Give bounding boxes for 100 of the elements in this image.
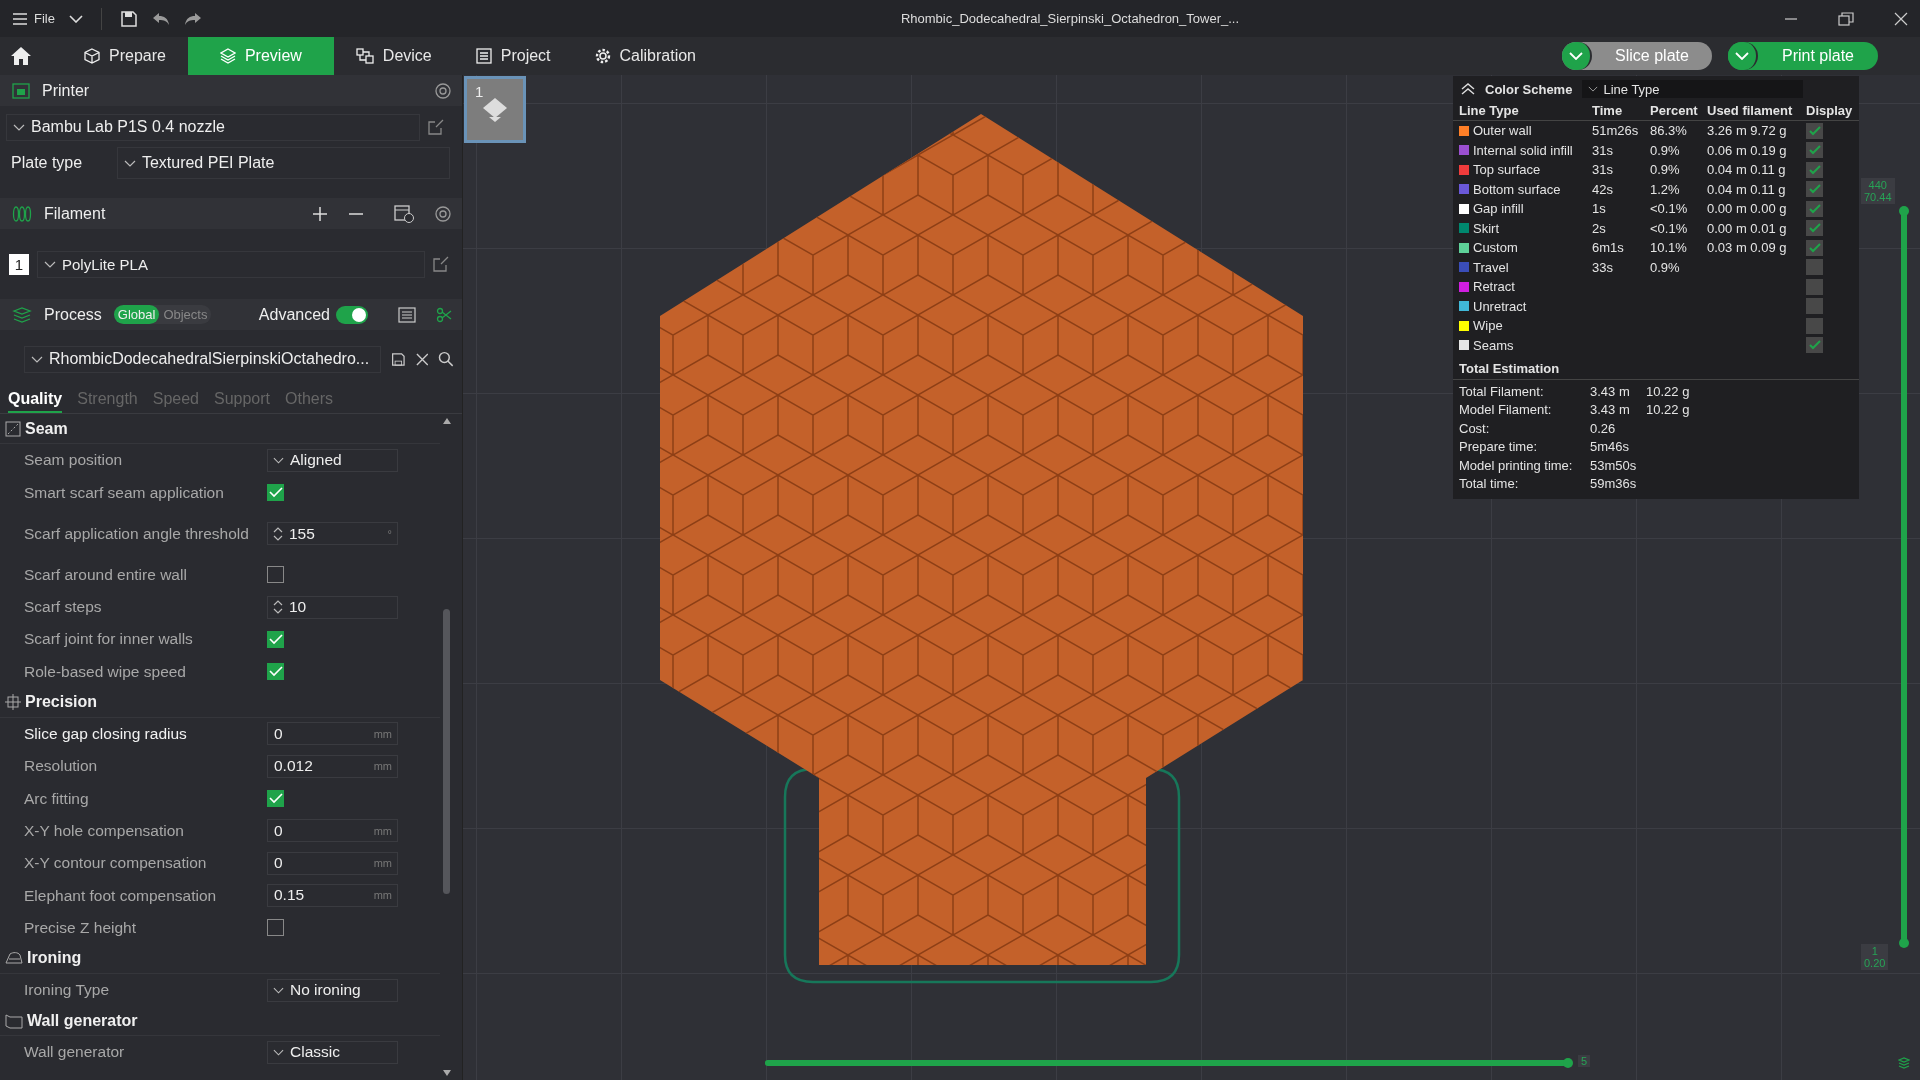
- time-cell: 6m1s: [1592, 240, 1624, 256]
- percent-cell: 86.3%: [1650, 123, 1687, 139]
- printer-dropdown[interactable]: Bambu Lab P1S 0.4 nozzle: [6, 113, 420, 141]
- display-checkbox[interactable]: [1806, 317, 1823, 334]
- sync-icon[interactable]: [394, 204, 414, 223]
- scroll-up-icon[interactable]: [443, 418, 451, 424]
- setting-label: Elephant foot compensation: [24, 886, 218, 905]
- filament-dropdown[interactable]: PolyLite PLA: [37, 250, 425, 278]
- line-type-name: Outer wall: [1473, 123, 1532, 139]
- setting-label: X-Y contour compensation: [24, 854, 208, 872]
- undo-icon[interactable]: [151, 11, 170, 26]
- cube-icon: [84, 48, 100, 64]
- display-checkbox[interactable]: [1806, 220, 1823, 237]
- save-icon[interactable]: [119, 9, 138, 28]
- group-title: Ironing: [27, 949, 82, 968]
- check-icon: [268, 633, 283, 645]
- search-icon[interactable]: [438, 351, 454, 367]
- filament-cell: 0.04 m 0.11 g: [1707, 181, 1786, 197]
- display-checkbox[interactable]: [1806, 239, 1823, 256]
- checkbox[interactable]: [267, 663, 284, 681]
- number-field[interactable]: 0.012 mm: [267, 754, 398, 778]
- group-title: Wall generator: [27, 1011, 138, 1030]
- collapse-icon[interactable]: [1461, 83, 1475, 95]
- nav-tab[interactable]: Calibration: [572, 37, 718, 75]
- chevron-down-icon: [273, 456, 284, 464]
- column-header: Display: [1806, 102, 1854, 118]
- number-field[interactable]: 0 mm: [267, 819, 398, 843]
- setting-label: Resolution: [24, 757, 99, 776]
- close-icon[interactable]: [415, 352, 429, 366]
- setting-dropdown[interactable]: Aligned: [267, 448, 398, 472]
- setting-label: Ironing Type: [24, 981, 111, 999]
- settings-tab[interactable]: Quality: [8, 386, 63, 413]
- plate-type-dropdown[interactable]: Textured PEI Plate: [116, 147, 450, 179]
- file-menu[interactable]: File: [12, 11, 55, 26]
- line-type-name: Unretract: [1473, 298, 1527, 314]
- scheme-dropdown[interactable]: Line Type: [1582, 80, 1803, 98]
- add-icon[interactable]: [312, 205, 328, 222]
- number-field[interactable]: 0 mm: [267, 851, 398, 875]
- advanced-switch[interactable]: [336, 305, 368, 324]
- setting-label: Scarf application angle threshold: [24, 524, 250, 543]
- settings-icon[interactable]: [434, 81, 452, 100]
- spin-field[interactable]: 10: [267, 595, 398, 619]
- chevron-down-icon: [31, 355, 43, 363]
- chevron-down-icon[interactable]: [68, 14, 83, 23]
- setting-label: Role-based wipe speed: [24, 662, 187, 681]
- checkbox[interactable]: [267, 630, 284, 648]
- line-type-name: Seams: [1473, 337, 1514, 353]
- display-checkbox[interactable]: [1806, 337, 1823, 354]
- process-dropdown[interactable]: RhombicDodecahedralSierpinskiOctahedro...: [24, 345, 381, 373]
- display-checkbox[interactable]: [1806, 122, 1823, 139]
- setting-label: Scarf joint for inner walls: [24, 630, 194, 649]
- checkbox[interactable]: [267, 790, 284, 807]
- checkbox[interactable]: [267, 566, 284, 584]
- percent-cell: 0.9%: [1650, 259, 1680, 275]
- time-cell: 31s: [1592, 162, 1613, 178]
- line-type-name: Skirt: [1473, 220, 1499, 236]
- display-checkbox[interactable]: [1806, 298, 1823, 315]
- display-checkbox[interactable]: [1806, 161, 1823, 178]
- nav-tab[interactable]: Project: [453, 37, 573, 75]
- display-checkbox[interactable]: [1806, 142, 1823, 159]
- display-checkbox[interactable]: [1806, 200, 1823, 217]
- close-icon[interactable]: [1894, 11, 1908, 26]
- plate-thumbnail[interactable]: 1: [464, 76, 526, 143]
- total-value: 59m36s: [1590, 476, 1638, 492]
- display-checkbox[interactable]: [1806, 278, 1823, 295]
- precision-icon: [5, 694, 21, 711]
- list-icon[interactable]: [398, 306, 416, 323]
- restore-icon[interactable]: [1838, 11, 1854, 26]
- setting-label: Seam position: [24, 451, 124, 470]
- layers-icon[interactable]: [1898, 1057, 1910, 1069]
- display-checkbox[interactable]: [1806, 259, 1823, 276]
- number-field[interactable]: 0.15 mm: [267, 883, 398, 907]
- display-checkbox[interactable]: [1806, 181, 1823, 198]
- iron-icon: [5, 951, 23, 966]
- spin-arrows-icon: [273, 599, 283, 616]
- check-icon: [1808, 125, 1821, 136]
- setting-dropdown[interactable]: Classic: [267, 1040, 398, 1064]
- edit-icon[interactable]: [428, 119, 444, 135]
- setting-dropdown[interactable]: No ironing: [267, 978, 398, 1002]
- chevron-down-icon: [1735, 52, 1749, 60]
- edit-icon[interactable]: [433, 256, 449, 272]
- settings-icon[interactable]: [434, 204, 452, 223]
- checkbox[interactable]: [267, 919, 284, 937]
- home-icon[interactable]: [10, 46, 32, 66]
- scrollbar-thumb[interactable]: [443, 609, 450, 894]
- number-field[interactable]: 0 mm: [267, 722, 398, 746]
- layer-slider[interactable]: [1899, 206, 1909, 948]
- redo-icon[interactable]: [183, 11, 202, 26]
- total-value: 53m50s: [1590, 457, 1638, 473]
- setting-label: Scarf steps: [24, 598, 103, 616]
- time-cell: 1s: [1592, 201, 1606, 217]
- line-type-name: Retract: [1473, 279, 1515, 295]
- nav-tab[interactable]: Device: [333, 37, 454, 75]
- nav-tab[interactable]: Prepare: [62, 37, 188, 75]
- checkbox[interactable]: [267, 483, 284, 501]
- scroll-down-icon[interactable]: [443, 1070, 451, 1076]
- save-icon[interactable]: [390, 351, 406, 367]
- scissors-icon[interactable]: [436, 306, 452, 323]
- filament-cell: 0.06 m 0.19 g: [1707, 142, 1787, 158]
- spin-field[interactable]: 155 °: [267, 522, 398, 546]
